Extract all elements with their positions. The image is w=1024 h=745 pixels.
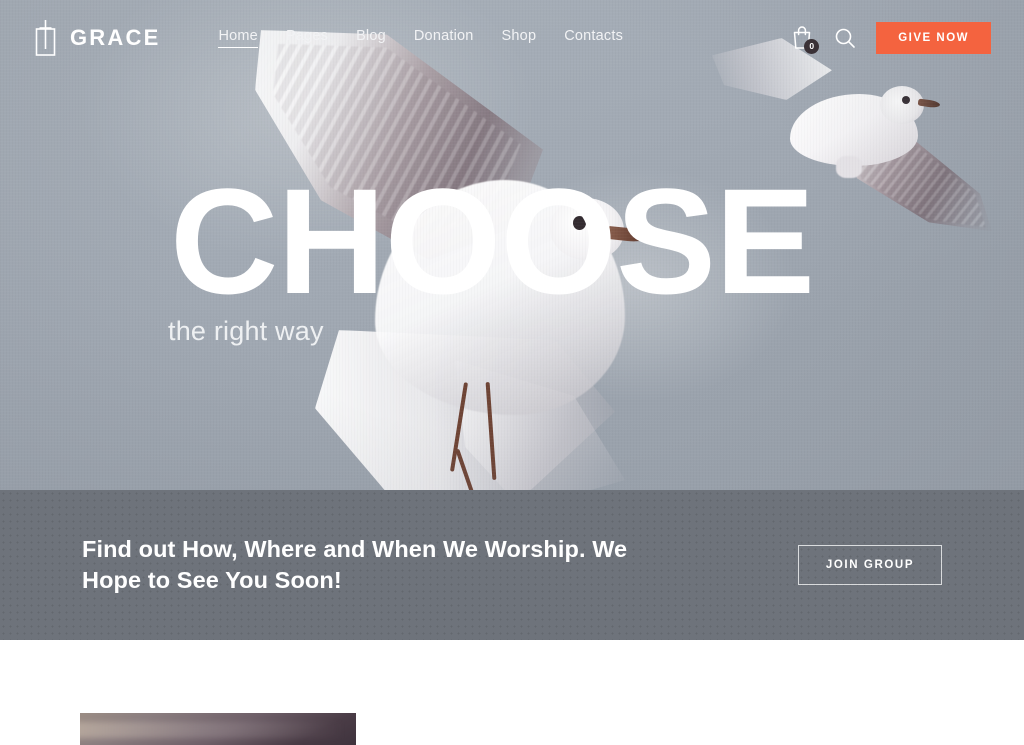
site-header: GRACE Home Pages Blog Donation Shop Cont… — [0, 0, 1024, 76]
header-actions: 0 GIVE NOW — [790, 22, 991, 54]
content-section — [0, 640, 1024, 745]
featured-media-card[interactable] — [80, 713, 356, 745]
worship-cta-band: Find out How, Where and When We Worship.… — [0, 490, 1024, 640]
brand-logo[interactable]: GRACE — [33, 18, 160, 58]
give-now-button[interactable]: GIVE NOW — [876, 22, 991, 54]
brand-name: GRACE — [70, 25, 161, 50]
nav-item-home[interactable]: Home — [218, 28, 259, 48]
cta-heading: Find out How, Where and When We Worship.… — [82, 535, 628, 593]
nav-item-contacts[interactable]: Contacts — [564, 28, 623, 48]
cart-button[interactable]: 0 — [790, 24, 820, 54]
nav-item-pages[interactable]: Pages — [286, 28, 328, 48]
search-icon — [835, 28, 856, 48]
main-navigation: Home Pages Blog Donation Shop Contacts — [218, 28, 623, 48]
join-group-button[interactable]: JOIN GROUP — [798, 545, 942, 585]
search-button[interactable] — [833, 26, 857, 50]
hero-section: CHOOSE the right way GRACE Home Pages Bl… — [0, 0, 1024, 490]
cart-count-badge: 0 — [804, 39, 820, 54]
nav-item-shop[interactable]: Shop — [502, 28, 537, 48]
nav-item-donation[interactable]: Donation — [414, 28, 474, 48]
nav-item-blog[interactable]: Blog — [356, 28, 386, 48]
church-book-icon — [33, 18, 58, 58]
